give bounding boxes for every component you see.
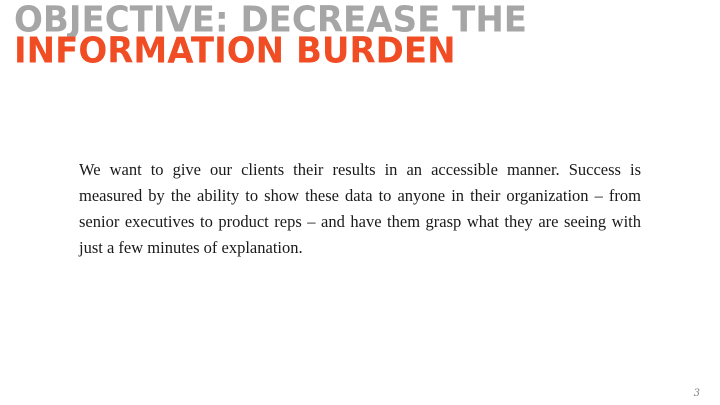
slide-number: 3	[693, 388, 700, 399]
slide-title: OBJECTIVE: DECREASE THE INFORMATION BURD…	[14, 2, 527, 72]
title-line-information-burden: INFORMATION BURDEN	[14, 29, 456, 72]
body-paragraph: We want to give our clients their result…	[79, 160, 641, 257]
slide: OBJECTIVE: DECREASE THE INFORMATION BURD…	[0, 0, 720, 405]
